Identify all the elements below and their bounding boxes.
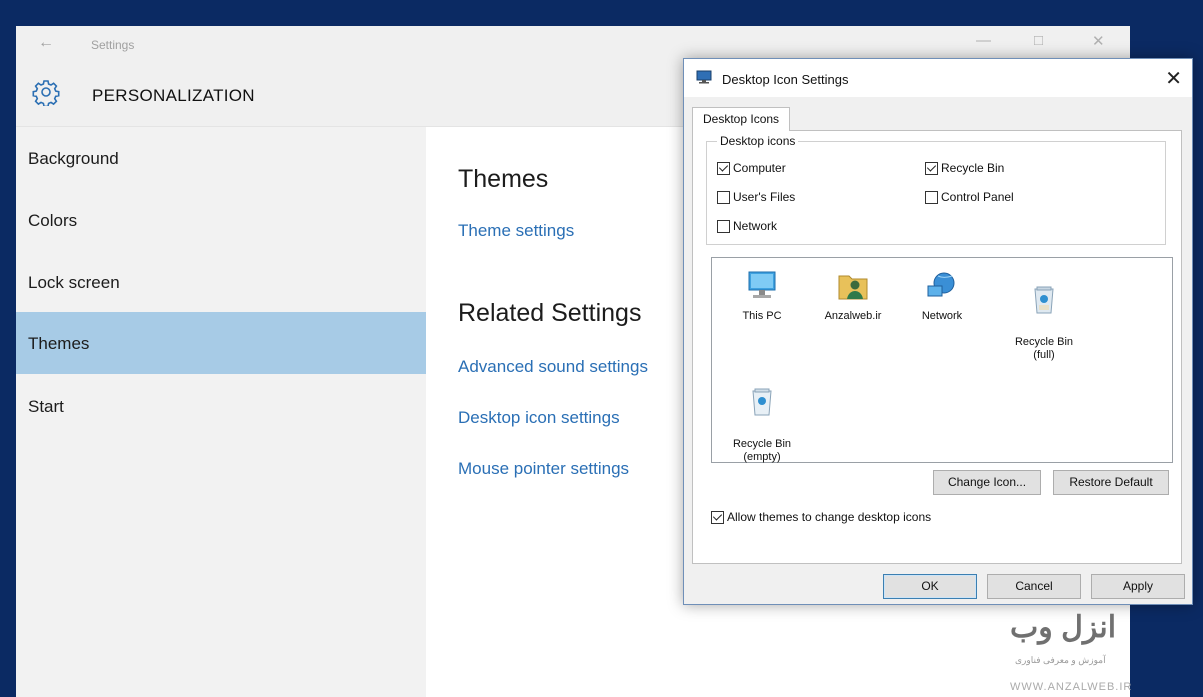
desktop-icons-group: Desktop icons Computer Recycle Bin User'… — [706, 134, 1166, 245]
themes-heading: Themes — [458, 165, 549, 193]
checkbox-label: Control Panel — [941, 190, 1014, 204]
list-item-this-pc[interactable]: This PC — [724, 268, 800, 323]
network-checkbox[interactable]: Network — [717, 219, 777, 233]
desktop-icon-list[interactable]: This PC Anzalweb.ir Network Recycle Bin … — [711, 257, 1173, 463]
theme-settings-link[interactable]: Theme settings — [458, 221, 574, 241]
recycle-bin-checkbox[interactable]: Recycle Bin — [925, 161, 1004, 175]
icon-label: Anzalweb.ir — [824, 310, 882, 322]
control-panel-checkbox[interactable]: Control Panel — [925, 190, 1014, 204]
checkbox-box[interactable] — [717, 190, 730, 204]
gear-icon — [32, 80, 60, 106]
users-files-checkbox[interactable]: User's Files — [717, 190, 795, 204]
sidebar-item-label: Start — [28, 397, 64, 416]
checkbox-box[interactable] — [711, 510, 724, 524]
watermark-tagline: آموزش و معرفی فناوری — [1015, 655, 1106, 665]
this-pc-icon — [748, 271, 776, 298]
icon-label: Recycle Bin (full) — [1014, 336, 1074, 361]
related-settings-heading: Related Settings — [458, 299, 642, 327]
sidebar-item-label: Lock screen — [28, 273, 120, 292]
list-item-network[interactable]: Network — [904, 268, 980, 323]
restore-default-button[interactable]: Restore Default — [1053, 470, 1169, 495]
tab-panel: Desktop icons Computer Recycle Bin User'… — [692, 130, 1182, 564]
sidebar-item-lock-screen[interactable]: Lock screen — [16, 251, 426, 313]
checkbox-label: Network — [733, 219, 778, 233]
network-icon — [927, 272, 955, 297]
list-item-recycle-bin-full[interactable]: Recycle Bin (full) — [1006, 268, 1082, 362]
sidebar-item-background[interactable]: Background — [16, 127, 426, 189]
tab-desktop-icons[interactable]: Desktop Icons — [692, 107, 791, 131]
dialog-title: Desktop Icon Settings — [722, 72, 849, 87]
sidebar-item-label: Themes — [28, 334, 90, 353]
sidebar: Background Colors Lock screen Themes Sta… — [16, 127, 426, 697]
watermark-url: WWW.ANZALWEB.IR — [1010, 681, 1133, 693]
sidebar-item-themes[interactable]: Themes — [16, 312, 426, 374]
checkbox-box[interactable] — [925, 161, 938, 175]
list-item-recycle-bin-empty[interactable]: Recycle Bin (empty) — [724, 370, 800, 464]
computer-checkbox[interactable]: Computer — [717, 161, 786, 175]
checkbox-label: Allow themes to change desktop icons — [727, 510, 932, 524]
mouse-pointer-settings-link[interactable]: Mouse pointer settings — [458, 459, 629, 479]
icon-label: This PC — [742, 310, 782, 322]
apply-button[interactable]: Apply — [1091, 574, 1185, 599]
advanced-sound-settings-link[interactable]: Advanced sound settings — [458, 357, 648, 377]
app-title: Settings — [91, 38, 135, 52]
user-folder-icon — [838, 275, 868, 300]
watermark-logo: انزل وب — [1010, 611, 1117, 644]
page-title: PERSONALIZATION — [92, 86, 255, 105]
change-icon-button[interactable]: Change Icon... — [933, 470, 1041, 495]
icon-label: Network — [921, 310, 963, 322]
icon-label: Recycle Bin (empty) — [732, 438, 792, 463]
sidebar-item-colors[interactable]: Colors — [16, 189, 426, 251]
checkbox-box[interactable] — [925, 190, 938, 204]
desktop-icon-settings-link[interactable]: Desktop icon settings — [458, 408, 620, 428]
minimize-icon[interactable]: — — [976, 32, 991, 49]
cancel-button[interactable]: Cancel — [987, 574, 1081, 599]
dialog-titlebar: Desktop Icon Settings ✕ — [684, 59, 1192, 97]
desktop-icon-settings-dialog: Desktop Icon Settings ✕ Desktop Icons De… — [683, 58, 1193, 605]
sidebar-item-label: Colors — [28, 211, 78, 230]
list-item-user-folder[interactable]: Anzalweb.ir — [815, 268, 891, 323]
back-arrow-icon[interactable]: ← — [38, 34, 54, 52]
sidebar-item-label: Background — [28, 149, 119, 168]
checkbox-box[interactable] — [717, 219, 730, 233]
recycle-bin-empty-icon — [752, 388, 772, 416]
desktop-settings-icon — [696, 70, 712, 84]
group-label: Desktop icons — [717, 134, 799, 148]
checkbox-box[interactable] — [717, 161, 730, 175]
maximize-icon[interactable]: □ — [1034, 32, 1043, 49]
allow-themes-checkbox[interactable]: Allow themes to change desktop icons — [711, 510, 931, 524]
checkbox-label: User's Files — [733, 190, 796, 204]
close-window-icon[interactable]: ✕ — [1092, 32, 1105, 50]
recycle-bin-full-icon — [1034, 286, 1054, 314]
checkbox-label: Recycle Bin — [941, 161, 1005, 175]
sidebar-item-start[interactable]: Start — [16, 375, 426, 437]
checkbox-label: Computer — [733, 161, 786, 175]
close-icon[interactable]: ✕ — [1165, 66, 1182, 91]
ok-button[interactable]: OK — [883, 574, 977, 599]
